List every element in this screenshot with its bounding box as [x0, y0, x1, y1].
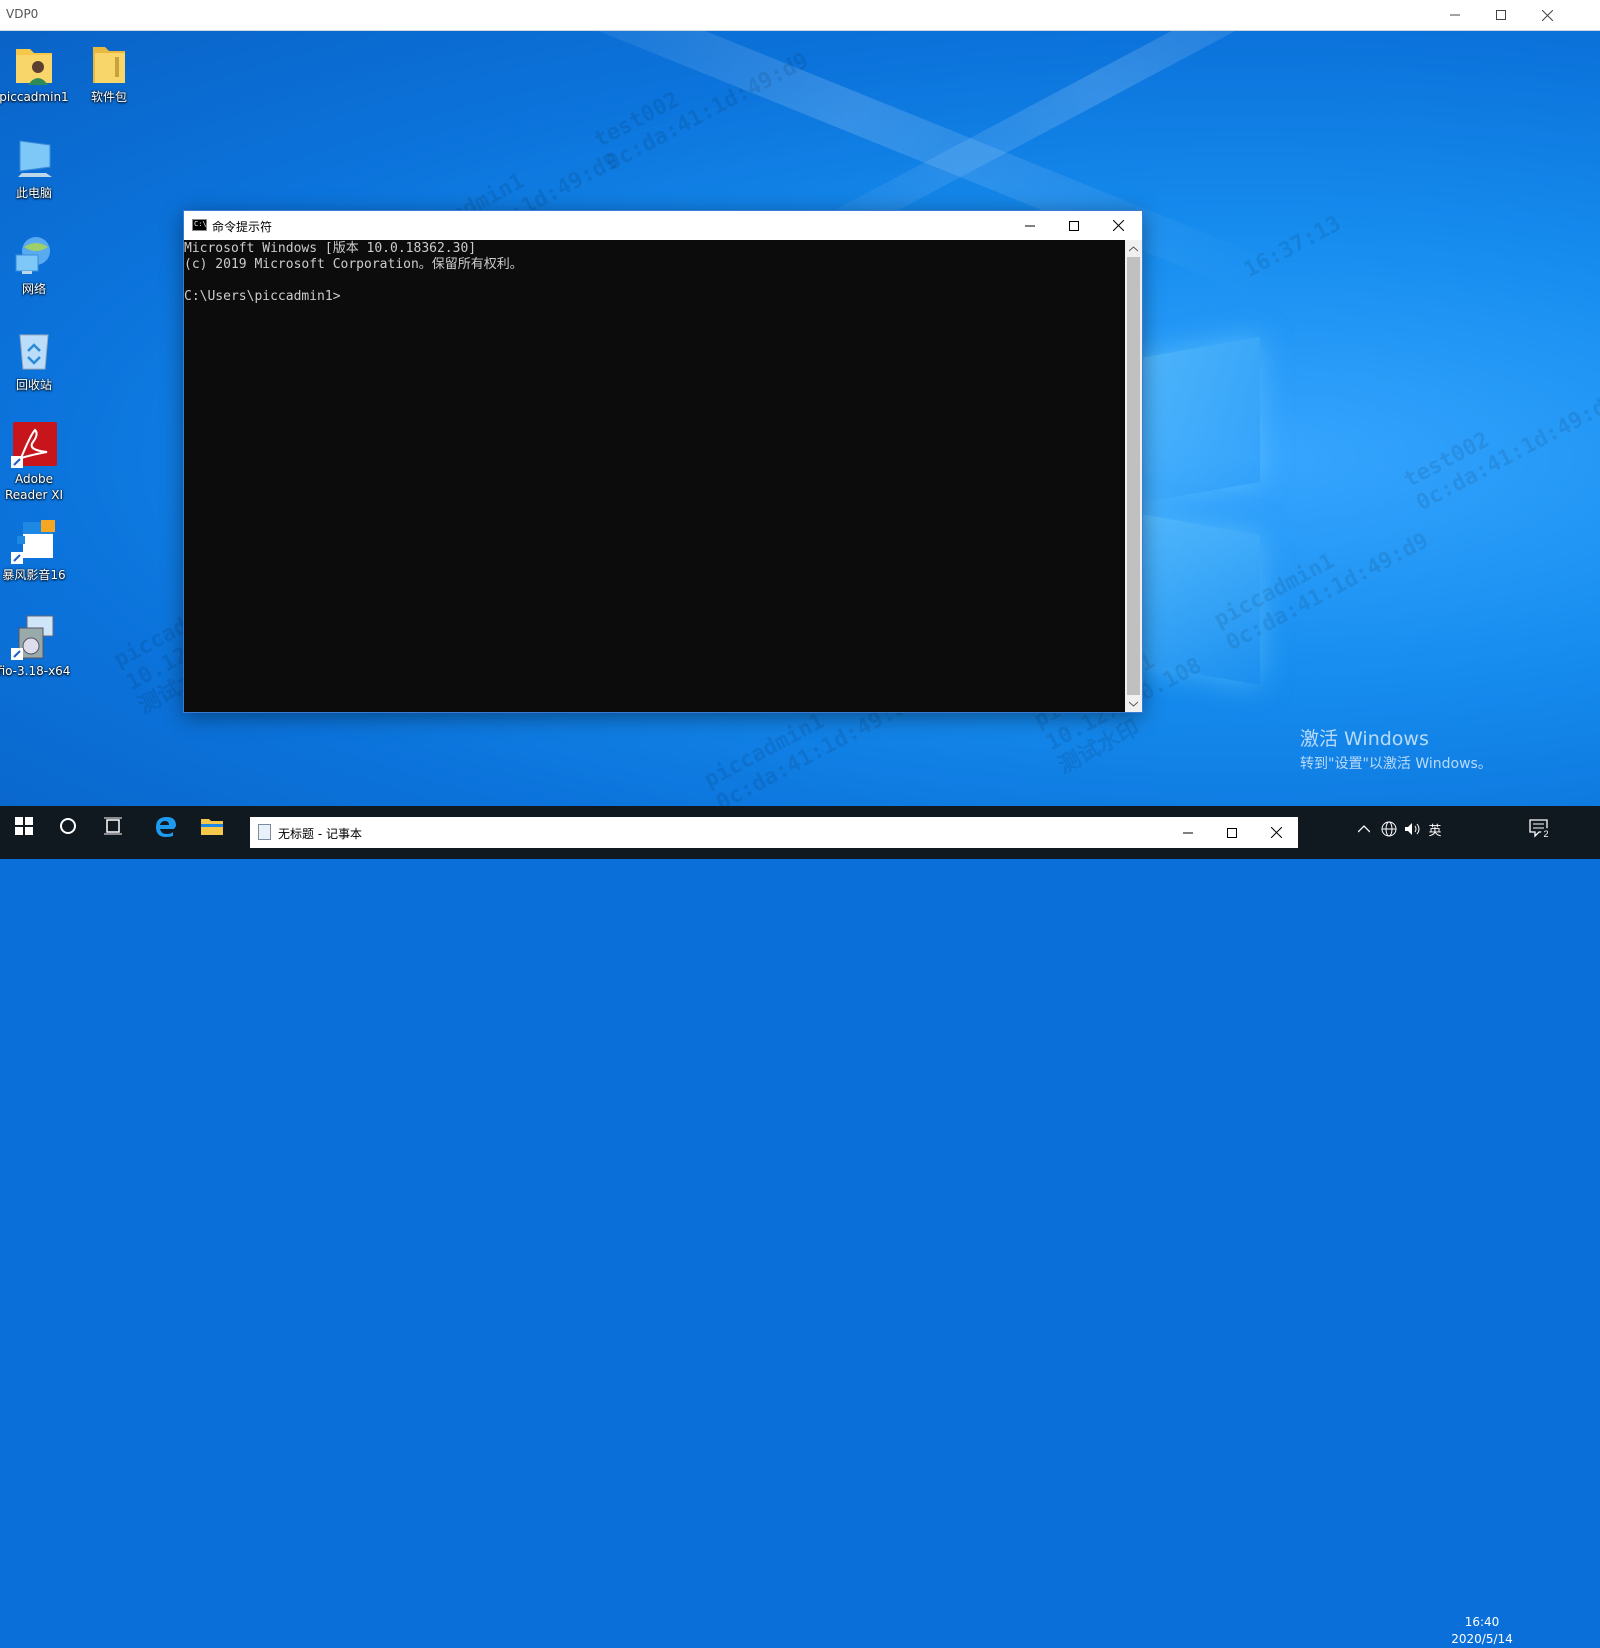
- task-view-button[interactable]: [90, 806, 138, 846]
- cmd-scrollbar[interactable]: [1125, 240, 1142, 712]
- edge-icon: [156, 817, 176, 837]
- cmd-close-button[interactable]: [1096, 211, 1140, 240]
- speaker-icon: [1405, 823, 1420, 835]
- network-icon: [10, 231, 58, 279]
- notification-count: 2: [1543, 829, 1548, 839]
- system-clock[interactable]: 16:40 2020/5/14: [1447, 1614, 1517, 1648]
- desktop-icon-recycle-bin[interactable]: 回收站: [0, 327, 71, 393]
- ime-indicator[interactable]: 英: [1425, 817, 1445, 841]
- remote-close-button[interactable]: [1524, 0, 1570, 30]
- close-icon: [1270, 827, 1282, 838]
- chevron-up-icon: [1358, 825, 1370, 833]
- console-prompt: C:\Users\piccadmin1>: [184, 289, 341, 304]
- computer-icon: [10, 135, 58, 183]
- minimize-icon: [1450, 14, 1460, 16]
- folder-icon: [85, 39, 133, 87]
- maximize-icon: [1496, 10, 1506, 20]
- user-folder-icon: [10, 39, 58, 87]
- volume-tray-button[interactable]: [1402, 817, 1424, 841]
- clock-time: 16:40: [1464, 1615, 1500, 1629]
- chevron-up-icon: [1129, 245, 1138, 251]
- start-button[interactable]: [0, 806, 48, 846]
- clock-date: 2020/5/14: [1451, 1632, 1513, 1646]
- console-line: Microsoft Windows [版本 10.0.18362.30]: [184, 241, 477, 256]
- activate-subtitle: 转到"设置"以激活 Windows。: [1300, 756, 1492, 772]
- task-view-icon: [104, 817, 122, 835]
- desktop-icon-network[interactable]: 网络: [0, 231, 71, 297]
- chevron-down-icon: [1129, 701, 1138, 707]
- command-prompt-window[interactable]: C:\ 命令提示符 Microsoft Windows [版本 10.0.183…: [183, 210, 1143, 713]
- file-explorer-button[interactable]: [188, 806, 236, 846]
- notepad-window-bar[interactable]: 无标题 - 记事本: [250, 817, 1298, 848]
- desktop-icon-adobe-reader[interactable]: Adobe Reader XI: [0, 421, 71, 503]
- activate-windows-notice: 激活 Windows 转到"设置"以激活 Windows。: [1300, 724, 1492, 773]
- taskbar: 无标题 - 记事本 英 16:40 2020/5/14 2: [0, 806, 1600, 1646]
- close-icon: [1112, 220, 1124, 231]
- notepad-maximize-button[interactable]: [1210, 817, 1254, 848]
- scroll-thumb[interactable]: [1127, 257, 1140, 695]
- cmd-icon: C:\: [192, 219, 207, 231]
- installer-icon: [10, 613, 58, 661]
- adobe-reader-icon: [10, 421, 58, 469]
- console-line: (c) 2019 Microsoft Corporation。保留所有权利。: [184, 257, 523, 272]
- desktop-icon-software[interactable]: 软件包: [72, 39, 146, 105]
- watermark: test002 0c:da:41:1d:49:d9: [1400, 388, 1600, 517]
- desktop-icon-this-pc[interactable]: 此电脑: [0, 135, 71, 201]
- desktop-icon-piccadmin1[interactable]: piccadmin1: [0, 39, 71, 105]
- globe-icon: [1381, 821, 1397, 837]
- network-tray-button[interactable]: [1378, 817, 1400, 841]
- cmd-minimize-button[interactable]: [1008, 211, 1052, 240]
- scroll-up-button[interactable]: [1125, 240, 1142, 257]
- remote-maximize-button[interactable]: [1478, 0, 1524, 30]
- scroll-down-button[interactable]: [1125, 695, 1142, 712]
- action-center-button[interactable]: 2: [1524, 817, 1556, 841]
- notification-icon: 2: [1529, 819, 1551, 839]
- minimize-icon: [1025, 225, 1035, 226]
- desktop-icon-baofeng[interactable]: 暴风影音16: [0, 517, 71, 583]
- windows-start-icon: [15, 817, 33, 835]
- notepad-close-button[interactable]: [1254, 817, 1298, 848]
- tray-overflow-button[interactable]: [1354, 817, 1374, 841]
- remote-minimize-button[interactable]: [1432, 0, 1478, 30]
- remote-window-title: VDP0: [6, 7, 39, 21]
- cmd-title: 命令提示符: [212, 220, 273, 234]
- remote-window-titlebar: VDP0: [0, 0, 1600, 31]
- maximize-icon: [1227, 827, 1237, 838]
- recycle-bin-icon: [10, 327, 58, 375]
- maximize-icon: [1069, 220, 1079, 231]
- edge-button[interactable]: [141, 806, 189, 846]
- search-button[interactable]: [44, 806, 92, 846]
- minimize-icon: [1183, 832, 1193, 833]
- close-icon: [1541, 9, 1553, 21]
- baofeng-icon: [10, 517, 58, 565]
- notepad-icon: [258, 824, 271, 840]
- notepad-title: 无标题 - 记事本: [278, 827, 362, 841]
- cmd-titlebar[interactable]: C:\ 命令提示符: [184, 211, 1142, 240]
- activate-title: 激活 Windows: [1300, 728, 1429, 750]
- folder-icon: [201, 819, 223, 835]
- search-circle-icon: [60, 818, 76, 834]
- cmd-maximize-button[interactable]: [1052, 211, 1096, 240]
- desktop-icon-fio[interactable]: fio-3.18-x64: [0, 613, 71, 679]
- cmd-console-output[interactable]: Microsoft Windows [版本 10.0.18362.30] (c) …: [184, 240, 1125, 713]
- notepad-minimize-button[interactable]: [1166, 817, 1210, 848]
